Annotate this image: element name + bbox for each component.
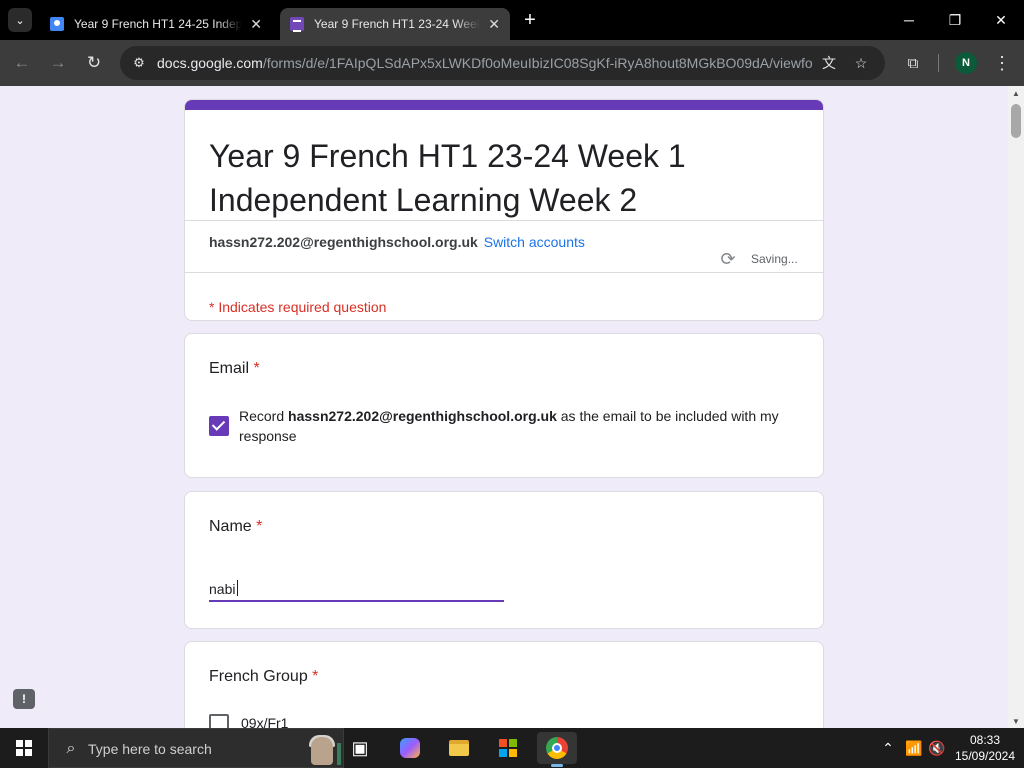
search-highlight-illustration [271,733,341,765]
store-icon[interactable] [488,732,528,764]
email-question-card: Email * Record hassn272.202@regenthighsc… [184,333,824,478]
browser-tab-strip: ⌄ Year 9 French HT1 24-25 Independent Le… [0,0,1024,40]
minimize-button[interactable]: ─ [886,0,932,40]
reload-icon[interactable]: ↻ [82,51,106,75]
group-option-checkbox[interactable] [209,714,229,728]
record-email-label[interactable]: Record hassn272.202@regenthighschool.org… [239,406,799,446]
taskbar-search-box[interactable]: ⌕ Type here to search [48,728,344,768]
required-note: * Indicates required question [209,299,387,315]
saving-status: Saving... [751,252,798,266]
chevron-up-icon[interactable]: ⌃ [878,738,898,758]
restore-button[interactable]: ❐ [932,0,978,40]
required-star: * [312,668,319,685]
browser-tab[interactable]: Year 9 French HT1 24-25 Independent Lear… [40,8,272,40]
windows-start-icon[interactable] [0,728,48,768]
name-input[interactable] [209,578,504,602]
sync-icon: ⟳ [720,248,736,269]
site-info-icon[interactable]: ⚙ [130,54,148,72]
task-view-icon[interactable]: ▣ [340,732,380,764]
browser-tab-active[interactable]: Year 9 French HT1 23-24 Week 1 Independe… [280,8,510,40]
extensions-icon[interactable]: ⧉ [902,52,924,74]
question-title: Name * [209,518,263,535]
french-group-question-card: French Group * 09x/Fr1 [184,641,824,728]
required-star: * [256,518,263,535]
scroll-up-arrow[interactable]: ▲ [1008,86,1024,100]
forms-icon [50,17,64,31]
text-caret [237,580,238,596]
divider [185,220,823,221]
tab-title: Year 9 French HT1 24-25 Independent Lear… [74,17,243,31]
search-icon: ⌕ [66,740,76,757]
profile-avatar[interactable]: N [955,52,977,74]
mute-icon[interactable]: 🔇 [927,738,947,758]
back-arrow-icon[interactable]: ← [10,51,34,75]
address-bar[interactable]: ⚙ docs.google.com/forms/d/e/1FAIpQLSdAPx… [120,46,885,80]
account-row: hassn272.202@regenthighschool.org.uk Swi… [209,234,585,250]
forms-icon [290,17,304,32]
form-title: Year 9 French HT1 23-24 Week 1 Independe… [209,138,686,218]
feedback-icon[interactable]: ! [13,689,35,709]
url-text[interactable]: docs.google.com/forms/d/e/1FAIpQLSdAPx5x… [157,55,812,71]
tab-search-icon[interactable]: ⌄ [8,8,32,32]
chrome-icon[interactable] [537,732,577,767]
divider [185,272,823,273]
toolbar-divider [938,54,939,72]
record-email-checkbox[interactable] [209,416,229,436]
page-viewport: Year 9 French HT1 23-24 Week 1 Independe… [0,86,1024,728]
browser-toolbar: ← → ↻ ⚙ docs.google.com/forms/d/e/1FAIpQ… [0,40,1024,86]
network-icon[interactable]: 📶 [904,738,924,758]
required-star: * [253,360,260,377]
system-clock[interactable]: 08:33 15/09/2024 [954,732,1016,764]
accent-band [185,100,823,110]
taskbar: ⌕ Type here to search ▣ ⌃ 📶 🔇 08:33 15/0… [0,728,1024,768]
translate-icon[interactable]: 文 [820,54,838,72]
tab-title: Year 9 French HT1 23-24 Week 1 Independe… [314,17,481,31]
account-email: hassn272.202@regenthighschool.org.uk [209,234,478,250]
scroll-thumb[interactable] [1011,104,1021,138]
question-title: Email * [209,360,260,377]
scroll-down-arrow[interactable]: ▼ [1008,714,1024,728]
close-window-button[interactable]: ✕ [978,0,1024,40]
question-title: French Group * [209,668,319,685]
page-scrollbar[interactable]: ▲ ▼ [1008,86,1024,728]
form-header-card: Year 9 French HT1 23-24 Week 1 Independe… [184,99,824,321]
close-tab-icon[interactable]: ✕ [488,16,500,33]
copilot-icon[interactable] [390,732,430,764]
group-option-label[interactable]: 09x/Fr1 [241,715,288,728]
close-tab-icon[interactable]: ✕ [250,16,262,33]
switch-accounts-link[interactable]: Switch accounts [484,234,585,250]
menu-kebab-icon[interactable]: ⋮ [992,52,1012,74]
search-placeholder: Type here to search [88,741,212,757]
name-question-card: Name * [184,491,824,629]
file-explorer-icon[interactable] [439,732,479,764]
bookmark-star-icon[interactable]: ☆ [852,54,870,72]
forward-arrow-icon[interactable]: → [46,51,70,75]
new-tab-button[interactable]: + [518,8,542,32]
